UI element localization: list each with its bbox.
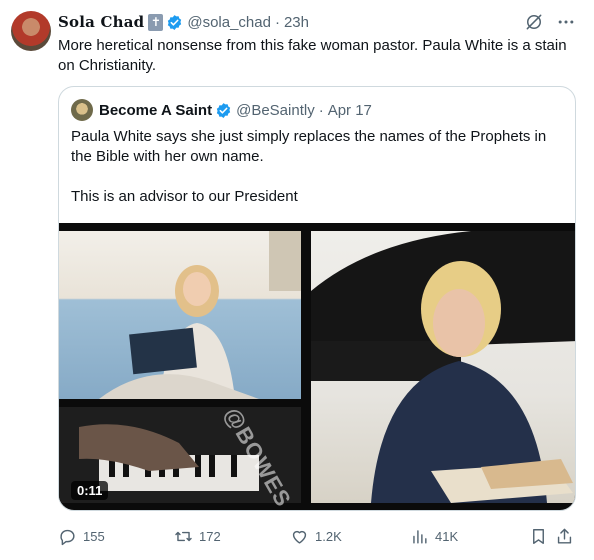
cross-badge-icon: ✝ (148, 13, 164, 31)
video-duration-badge: 0:11 (71, 481, 109, 500)
tweet[interactable]: Sola Chad ✝ @sola_chad · 23h More hereti… (0, 0, 594, 560)
quoted-author-name: Become A Saint (99, 101, 213, 119)
views-icon (413, 529, 427, 544)
author-handle[interactable]: @sola_chad (187, 14, 271, 31)
reply-icon (60, 529, 75, 545)
like-icon (292, 530, 307, 544)
quoted-tweet[interactable]: Become A Saint @BeSaintly · Apr 17 Paula… (58, 86, 576, 511)
quoted-avatar (71, 99, 93, 121)
repost-icon (175, 531, 192, 541)
quoted-text: Paula White says she just simply replace… (71, 127, 565, 207)
like-count: 1.2K (315, 528, 342, 544)
action-bar: 155 172 1.2K 41K (58, 524, 576, 548)
video-frame-paula-white (311, 231, 575, 503)
reply-count: 155 (83, 528, 105, 544)
bookmark-button[interactable] (529, 524, 554, 548)
views-button[interactable]: 41K (410, 524, 458, 548)
tweet-header: Sola Chad ✝ @sola_chad · 23h (58, 12, 309, 32)
video-player[interactable]: @BOWES 0:11 (59, 223, 575, 510)
quoted-handle: @BeSaintly (236, 101, 315, 119)
quoted-header: Become A Saint @BeSaintly · Apr 17 (71, 99, 372, 121)
share-icon (557, 528, 572, 544)
separator-dot: · (274, 13, 280, 31)
repost-button[interactable]: 172 (174, 524, 221, 548)
post-time[interactable]: 23h (284, 14, 309, 31)
views-count: 41K (435, 528, 459, 544)
reply-button[interactable]: 155 (58, 524, 105, 548)
like-button[interactable]: 1.2K (290, 524, 342, 548)
more-icon[interactable] (556, 12, 576, 32)
share-button[interactable] (555, 524, 580, 548)
verified-icon (216, 102, 231, 118)
quoted-text-line2: This is an advisor to our President (71, 188, 298, 205)
avatar[interactable] (11, 11, 51, 51)
tweet-text: More heretical nonsense from this fake w… (58, 37, 567, 74)
bookmark-icon (533, 528, 544, 544)
repost-count: 172 (199, 528, 221, 544)
quoted-text-line1: Paula White says she just simply replace… (71, 128, 547, 165)
author-name[interactable]: Sola Chad (58, 13, 144, 31)
quoted-date: Apr 17 (327, 101, 372, 119)
top-icons (524, 12, 576, 32)
grok-icon[interactable] (524, 12, 544, 32)
separator-dot: · (318, 101, 324, 119)
video-frame-woman-reading (59, 231, 301, 399)
verified-icon (168, 14, 182, 30)
